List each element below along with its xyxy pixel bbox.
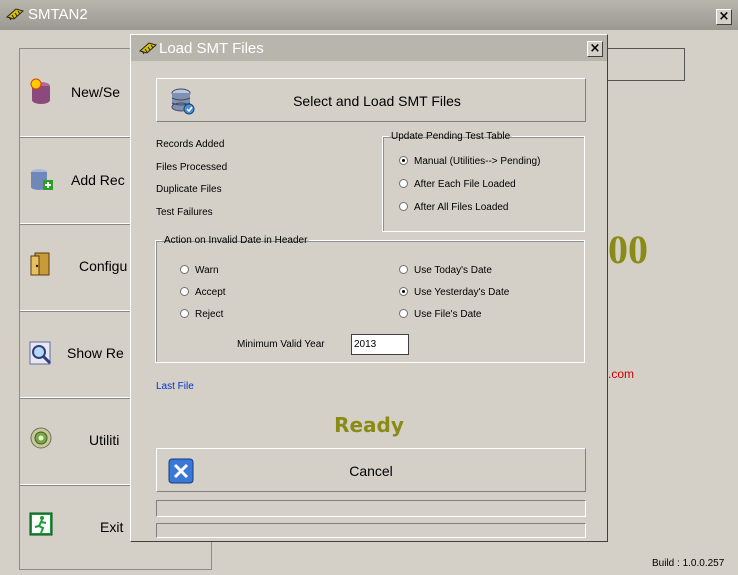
exit-icon bbox=[29, 512, 53, 536]
sidebar-item-label: New/Se bbox=[71, 84, 121, 100]
test-failures-label: Test Failures bbox=[156, 207, 213, 218]
last-file-label: Last File bbox=[156, 381, 194, 392]
radio-label: After All Files Loaded bbox=[414, 202, 509, 213]
invalid-date-legend: Action on Invalid Date in Header bbox=[164, 235, 308, 246]
radio-after-all-files[interactable]: After All Files Loaded bbox=[399, 202, 509, 213]
radio-dot[interactable] bbox=[399, 179, 408, 188]
radio-dot[interactable] bbox=[399, 156, 408, 165]
sidebar-item-label: Configu bbox=[79, 258, 128, 274]
magnifier-report-icon bbox=[29, 341, 52, 365]
radio-after-each-file[interactable]: After Each File Loaded bbox=[399, 179, 516, 190]
status-text: Ready bbox=[334, 413, 404, 437]
radio-accept[interactable]: Accept bbox=[180, 287, 226, 298]
min-valid-year-input[interactable] bbox=[351, 334, 409, 355]
app-icon bbox=[139, 42, 157, 55]
build-label: Build : 1.0.0.257 bbox=[652, 558, 725, 569]
files-processed-label: Files Processed bbox=[156, 162, 228, 173]
main-close-button[interactable]: × bbox=[716, 9, 732, 25]
dialog-title-bar: Load SMT Files bbox=[131, 35, 607, 61]
sidebar-item-exit[interactable]: Exit bbox=[20, 485, 140, 571]
sidebar-item-add-records[interactable]: Add Rec bbox=[20, 137, 140, 224]
radio-dot[interactable] bbox=[180, 265, 189, 274]
target-utility-icon bbox=[30, 427, 52, 449]
radio-reject[interactable]: Reject bbox=[180, 309, 223, 320]
radio-label: Use Today's Date bbox=[414, 265, 492, 276]
radio-use-files-date[interactable]: Use File's Date bbox=[399, 309, 482, 320]
duplicate-files-label: Duplicate Files bbox=[156, 184, 222, 195]
radio-dot[interactable] bbox=[180, 309, 189, 318]
radio-label: Use File's Date bbox=[414, 309, 482, 320]
select-and-load-button[interactable]: Select and Load SMT Files bbox=[156, 78, 586, 122]
radio-manual-pending[interactable]: Manual (Utilities--> Pending) bbox=[399, 156, 540, 167]
update-pending-legend: Update Pending Test Table bbox=[391, 131, 511, 142]
sidebar-item-utilities[interactable]: Utiliti bbox=[20, 398, 140, 485]
background-link[interactable]: .com bbox=[608, 367, 634, 381]
radio-label: Warn bbox=[195, 265, 219, 276]
database-add-icon bbox=[31, 169, 53, 190]
sidebar-item-label: Utiliti bbox=[89, 432, 120, 448]
radio-dot[interactable] bbox=[180, 287, 189, 296]
sidebar-item-configure[interactable]: Configu bbox=[20, 224, 140, 311]
records-added-label: Records Added bbox=[156, 139, 225, 150]
dialog-title: Load SMT Files bbox=[159, 40, 264, 57]
main-window-title: SMTAN2 bbox=[28, 6, 88, 23]
radio-use-yesterdays-date[interactable]: Use Yesterday's Date bbox=[399, 287, 509, 298]
radio-dot[interactable] bbox=[399, 309, 408, 318]
main-title-bar: SMTAN2 bbox=[0, 0, 738, 30]
sidebar-item-label: Add Rec bbox=[71, 172, 125, 188]
sidebar-item-show-reports[interactable]: Show Re bbox=[20, 311, 140, 398]
progress-bar-file bbox=[156, 500, 586, 517]
radio-label: Reject bbox=[195, 309, 224, 320]
radio-warn[interactable]: Warn bbox=[180, 265, 219, 276]
min-valid-year-label: Minimum Valid Year bbox=[237, 339, 325, 350]
radio-label: Use Yesterday's Date bbox=[414, 287, 510, 298]
load-smt-files-dialog: Load SMT Files × Select and Load SMT Fil… bbox=[130, 34, 608, 542]
radio-dot[interactable] bbox=[399, 202, 408, 211]
sidebar-item-new[interactable]: New/Se bbox=[20, 50, 140, 137]
progress-bar-total bbox=[156, 523, 586, 538]
radio-use-todays-date[interactable]: Use Today's Date bbox=[399, 265, 492, 276]
dialog-close-button[interactable]: × bbox=[587, 41, 603, 57]
cancel-button-label: Cancel bbox=[349, 463, 393, 479]
radio-dot[interactable] bbox=[399, 265, 408, 274]
radio-dot[interactable] bbox=[399, 287, 408, 296]
sidebar-item-label: Exit bbox=[100, 519, 124, 535]
sidebar-item-label: Show Re bbox=[67, 345, 124, 361]
background-number: 00 bbox=[608, 227, 648, 272]
cancel-button[interactable]: Cancel bbox=[156, 448, 586, 492]
radio-label: After Each File Loaded bbox=[414, 179, 516, 190]
app-icon bbox=[6, 8, 24, 21]
select-button-label: Select and Load SMT Files bbox=[293, 93, 461, 109]
radio-label: Manual (Utilities--> Pending) bbox=[414, 156, 541, 167]
door-config-icon bbox=[30, 252, 50, 276]
database-new-icon bbox=[30, 78, 50, 104]
radio-label: Accept bbox=[195, 287, 226, 298]
background-field bbox=[602, 48, 685, 81]
